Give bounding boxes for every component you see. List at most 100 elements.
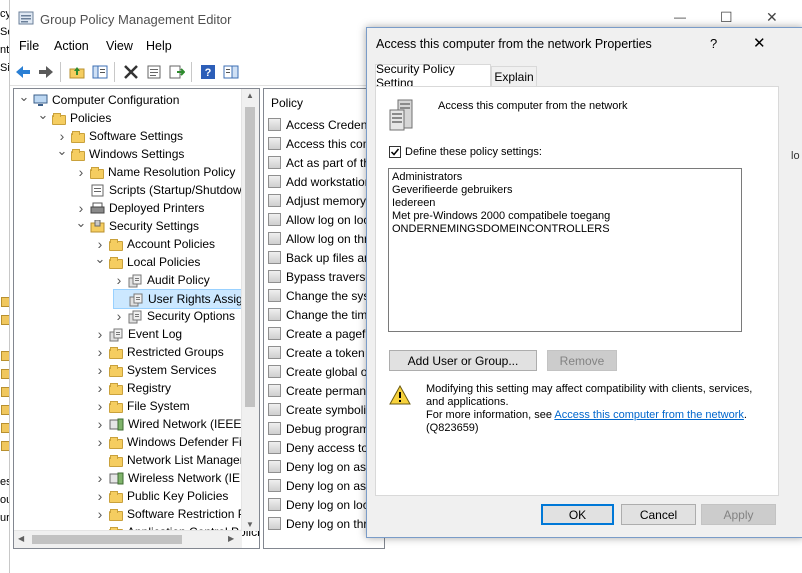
tree-item[interactable]: ⌄ Windows Settings [56,143,185,163]
help-icon[interactable]: ? [199,63,217,80]
chevron-right-icon[interactable]: › [94,434,106,450]
tree-item[interactable]: ⌄ Security Settings [75,215,200,235]
menu-action[interactable]: Action [54,39,89,53]
tree-item[interactable]: ⌄ Local Policies [94,251,201,271]
menu-view[interactable]: View [106,39,133,53]
ok-button[interactable]: OK [541,504,614,525]
tab-security-policy-setting[interactable]: Security Policy Setting [375,62,491,90]
minimize-button[interactable]: — [674,10,686,24]
chevron-down-icon[interactable]: ⌄ [37,107,49,123]
menu-help[interactable]: Help [146,39,172,53]
chevron-down-icon[interactable]: ⌄ [75,215,87,231]
warning-text-line2: and applications. [426,396,509,408]
tree-scroll-thumb[interactable] [245,107,255,407]
chevron-right-icon[interactable]: › [94,344,106,360]
tree-horizontal-scrollbar[interactable]: ◀ ▶ [14,530,242,548]
tree-item-label: Event Log [128,327,183,341]
show-pane-icon[interactable] [222,63,240,80]
close-button[interactable]: ✕ [766,9,778,26]
policy-setting-icon [268,346,281,359]
tree-item[interactable]: Scripts (Startup/Shutdown) [75,181,252,199]
maximize-button[interactable]: ☐ [720,9,733,26]
delete-icon[interactable] [122,63,140,80]
menu-file[interactable]: File [19,39,39,53]
scroll-right-icon[interactable]: ▶ [228,534,234,543]
chevron-down-icon[interactable]: ⌄ [18,89,30,105]
chevron-down-icon[interactable]: ⌄ [94,251,106,267]
define-policy-label[interactable]: Define these policy settings: [405,146,542,158]
tree-item[interactable]: User Rights Assignment [113,289,259,309]
policy-list-item[interactable]: Debug programs [268,419,375,438]
tree-item[interactable]: › Deployed Printers [75,199,205,217]
dialog-help-button[interactable]: ? [710,36,717,51]
tree-item[interactable]: › Audit Policy [113,271,210,289]
member-entry[interactable]: ONDERNEMINGSDOMEINCONTROLLERS [392,223,610,235]
scroll-left-icon[interactable]: ◀ [18,534,24,543]
chevron-right-icon[interactable]: › [94,236,106,252]
chevron-right-icon[interactable]: › [75,164,87,180]
tree-item[interactable]: › Registry [94,379,171,397]
chevron-down-icon[interactable]: ⌄ [56,143,68,159]
tree-item[interactable]: › Security Options [113,307,235,325]
member-entry[interactable]: Iedereen [392,197,435,209]
member-entry[interactable]: Administrators [392,171,462,183]
more-info-link[interactable]: Access this computer from the network [554,409,744,421]
chevron-right-icon[interactable]: › [75,200,87,216]
console-tree[interactable]: ›Application Control Policies›Software R… [13,88,260,549]
chevron-right-icon[interactable]: › [94,380,106,396]
define-policy-checkbox[interactable] [389,146,401,158]
tree-item[interactable]: ›Software Restriction Policies [94,505,259,523]
member-entry[interactable]: Geverifieerde gebruikers [392,184,512,196]
tree-item[interactable]: ›Wireless Network (IEEE 802.11) Policies [94,469,259,487]
tree-item[interactable]: › Windows Defender Firewall [94,433,259,451]
chevron-right-icon[interactable]: › [56,128,68,144]
warning-icon [389,385,411,405]
tree-item[interactable]: › Event Log [94,325,182,343]
chevron-right-icon[interactable]: › [113,272,125,288]
tree-item[interactable]: › Name Resolution Policy [75,163,236,181]
tree-item[interactable]: Network List Manager Policies [94,451,259,469]
chevron-right-icon[interactable]: › [94,398,106,414]
tree-item[interactable]: › Restricted Groups [94,343,224,361]
show-hide-tree-icon[interactable] [91,63,109,80]
scroll-down-icon[interactable]: ▼ [246,520,254,529]
cancel-button[interactable]: Cancel [621,504,696,525]
chevron-right-icon[interactable]: › [94,362,106,378]
tree-item[interactable]: › Public Key Policies [94,487,229,505]
chevron-right-icon[interactable]: › [94,470,106,486]
tree-item[interactable]: ›Wired Network (IEEE 802.3) Policies [94,415,259,433]
policy-setting-icon [268,118,281,131]
chevron-right-icon[interactable]: › [94,506,106,522]
security-icon [90,219,105,233]
tree-item[interactable]: › File System [94,397,190,415]
back-icon[interactable] [14,63,32,80]
apply-button[interactable]: Apply [701,504,776,525]
tree-item[interactable]: ⌄ Computer Configuration [18,89,180,109]
tree-item[interactable]: › Software Settings [56,127,183,145]
policy-list-item[interactable]: Create a pagefile [268,324,377,343]
tree-vertical-scrollbar[interactable]: ▲ ▼ [241,89,259,531]
column-header-policy[interactable]: Policy [271,96,303,110]
member-entry[interactable]: Met pre-Windows 2000 compatibele toegang [392,210,610,222]
members-listbox[interactable]: Administrators Geverifieerde gebruikers Ie… [388,168,742,332]
policy-server-icon [389,99,413,131]
tree-item[interactable]: › System Services [94,361,217,379]
chevron-right-icon[interactable]: › [94,416,106,432]
chevron-right-icon[interactable]: › [94,488,106,504]
remove-button[interactable]: Remove [547,350,617,371]
dialog-close-button[interactable]: ✕ [753,34,766,52]
chevron-right-icon[interactable]: › [113,308,125,324]
up-folder-icon[interactable] [68,63,86,80]
tree-item[interactable]: ⌄ Policies [37,107,112,127]
forward-icon[interactable] [37,63,55,80]
export-list-icon[interactable] [168,63,186,80]
add-user-or-group-button[interactable]: Add User or Group... [389,350,537,371]
tree-hscroll-thumb[interactable] [32,535,182,544]
tree-item[interactable]: › Account Policies [94,235,215,253]
chevron-right-icon[interactable]: › [94,326,106,342]
properties-icon[interactable] [145,63,163,80]
policy-list-item-label: Create a pagefile [286,326,378,341]
policy-icon [109,328,124,342]
tab-explain[interactable]: Explain [491,66,537,86]
scroll-up-icon[interactable]: ▲ [246,91,254,100]
